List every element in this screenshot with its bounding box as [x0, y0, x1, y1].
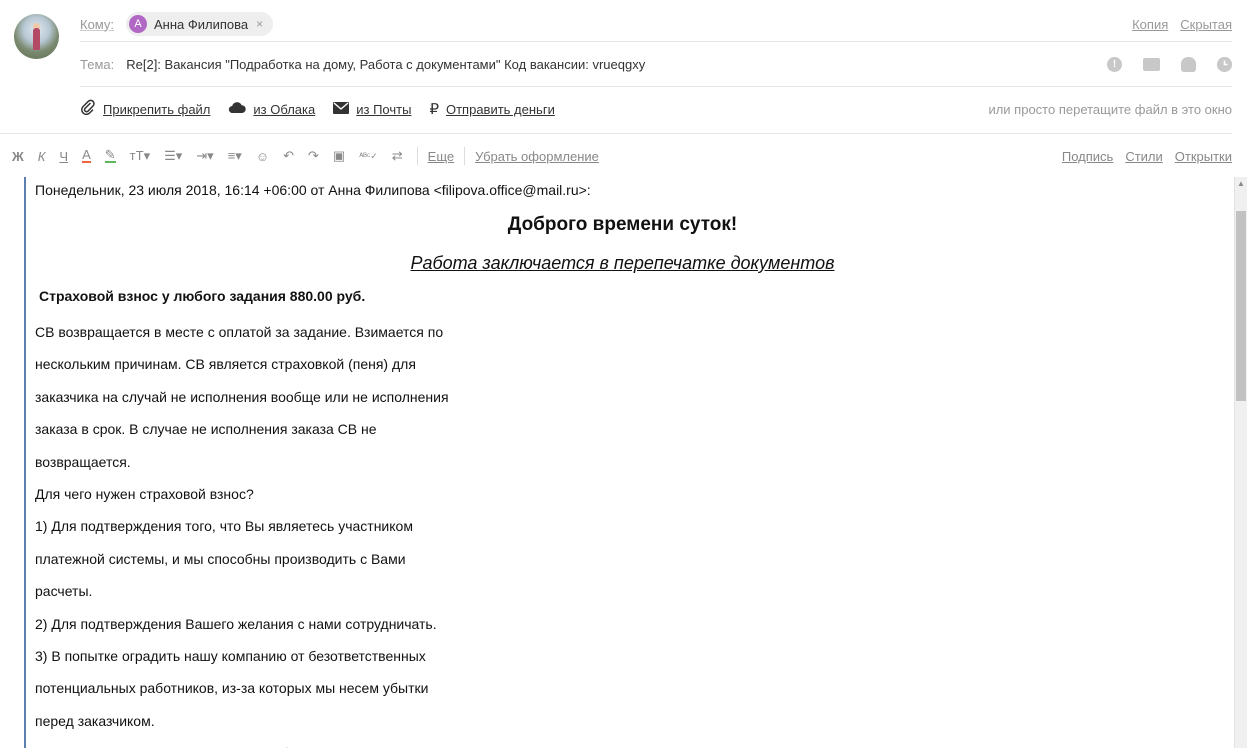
fee-line: Страховой взнос у любого задания 880.00 …	[39, 288, 366, 304]
message-editor[interactable]: Понедельник, 23 июля 2018, 16:14 +06:00 …	[0, 177, 1235, 748]
send-money-label: Отправить деньги	[445, 101, 555, 117]
body-line: Для чего нужен страховой взнос?	[35, 486, 254, 503]
body-line: нескольким причинам. СВ является страхов…	[35, 356, 416, 373]
body-line: заказчика на случай не исполнения вообще…	[35, 388, 449, 405]
message-content[interactable]: Понедельник, 23 июля 2018, 16:14 +06:00 …	[35, 180, 1210, 748]
body-line: 4) Как расходы для постановки Вас в базу…	[35, 737, 1210, 748]
postcards-link[interactable]: Открытки	[1175, 149, 1232, 164]
toolbar-divider	[464, 147, 466, 165]
toolbar-right-group: Подпись Стили Открытки	[1050, 149, 1232, 164]
ruble-icon: ₽	[429, 101, 439, 118]
image-icon[interactable]: ▣	[333, 148, 345, 164]
body-lines: СВ возвращается в месте с оплатой за зад…	[35, 316, 1210, 748]
bold-button[interactable]: Ж	[12, 149, 24, 164]
more-button[interactable]: Еще	[428, 149, 454, 164]
text-color-button[interactable]: А	[82, 148, 91, 163]
bcc-link[interactable]: Скрытая	[1180, 17, 1232, 32]
quote-header: Понедельник, 23 июля 2018, 16:14 +06:00 …	[35, 182, 591, 198]
translate-icon[interactable]: ⇄	[392, 148, 403, 164]
highlight-color-icon[interactable]: ✎	[104, 148, 116, 163]
subject-input[interactable]: Re[2]: Вакансия "Подработка на дому, Раб…	[126, 57, 645, 72]
importance-icon[interactable]: !	[1107, 56, 1122, 72]
clock-icon[interactable]	[1217, 56, 1232, 72]
body-line: возвращается.	[35, 453, 131, 470]
spellcheck-icon[interactable]: ᴬᴮᶜ✓	[359, 151, 378, 162]
list-icon[interactable]: ≡▾	[228, 148, 242, 164]
envelope-icon	[333, 101, 350, 118]
envelope-icon[interactable]	[1143, 57, 1160, 71]
send-money-button[interactable]: ₽ Отправить деньги	[429, 100, 554, 118]
from-cloud-button[interactable]: из Облака	[228, 101, 315, 118]
subheading: Работа заключается в перепечатке докумен…	[410, 253, 835, 273]
body-line: 1) Для подтверждения того, что Вы являет…	[35, 518, 413, 535]
attach-row: Прикрепить файл из Облака из Почты ₽ Отп…	[80, 87, 1232, 131]
recipient-chip[interactable]: А Анна Филипова ×	[126, 12, 274, 36]
underline-button[interactable]: Ч	[59, 149, 68, 164]
clear-format-button[interactable]: Убрать оформление	[475, 149, 599, 164]
body-line: СВ возвращается в месте с оплатой за зад…	[35, 324, 444, 340]
body-line: платежной системы, и мы способны произво…	[35, 550, 406, 567]
body-line: потенциальных работников, из-за которых …	[35, 680, 429, 697]
body-line: расчеты.	[35, 583, 93, 600]
avatar-figure	[33, 28, 40, 50]
bell-icon[interactable]	[1181, 56, 1196, 72]
font-size-icon[interactable]: тT▾	[130, 148, 150, 164]
body-line: заказа в срок. В случае не исполнения за…	[35, 421, 377, 438]
indent-icon[interactable]: ⇥▾	[196, 148, 213, 164]
scrollbar-thumb[interactable]	[1236, 211, 1246, 401]
from-mail-label: из Почты	[356, 101, 412, 117]
remove-recipient-icon[interactable]: ×	[256, 17, 263, 31]
body-line: 2) Для подтверждения Вашего желания с на…	[35, 615, 437, 632]
recipient-initial: А	[129, 15, 147, 33]
italic-button[interactable]: К	[38, 149, 46, 164]
emoji-icon[interactable]: ☺	[256, 149, 269, 164]
subject-row: Тема: Re[2]: Вакансия "Подработка на дом…	[80, 42, 1232, 87]
format-toolbar: Ж К Ч А ✎ тT▾ ☰▾ ⇥▾ ≡▾ ☺ ↶ ↷ ▣ ᴬᴮᶜ✓ ⇄ Ещ…	[0, 133, 1232, 178]
cloud-icon	[228, 101, 247, 118]
body-line: перед заказчиком.	[35, 712, 155, 729]
editor-scrollbar[interactable]: ▲	[1234, 177, 1247, 748]
toolbar-divider	[416, 147, 418, 165]
styles-link[interactable]: Стили	[1125, 149, 1162, 164]
attach-file-label: Прикрепить файл	[103, 101, 211, 117]
greeting-heading: Доброго времени суток!	[507, 214, 738, 235]
redo-icon[interactable]: ↷	[308, 148, 319, 164]
to-label[interactable]: Кому:	[80, 17, 114, 32]
recipient-name: Анна Филипова	[154, 16, 249, 32]
drop-hint: или просто перетащите файл в это окно	[988, 101, 1232, 117]
quote-bar	[24, 177, 26, 748]
signature-link[interactable]: Подпись	[1062, 149, 1113, 164]
sender-avatar	[14, 14, 59, 59]
undo-icon[interactable]: ↶	[283, 148, 294, 164]
paperclip-icon	[80, 99, 96, 119]
to-row: Кому: А Анна Филипова × Копия Скрытая	[80, 7, 1232, 42]
scroll-up-icon[interactable]: ▲	[1237, 179, 1245, 188]
align-icon[interactable]: ☰▾	[164, 148, 182, 164]
from-cloud-label: из Облака	[253, 101, 316, 117]
cc-link[interactable]: Копия	[1132, 17, 1168, 32]
body-line: 3) В попытке оградить нашу компанию от б…	[35, 648, 426, 665]
subject-label: Тема:	[80, 56, 115, 72]
from-mail-button[interactable]: из Почты	[333, 101, 411, 118]
attach-file-button[interactable]: Прикрепить файл	[80, 99, 210, 119]
